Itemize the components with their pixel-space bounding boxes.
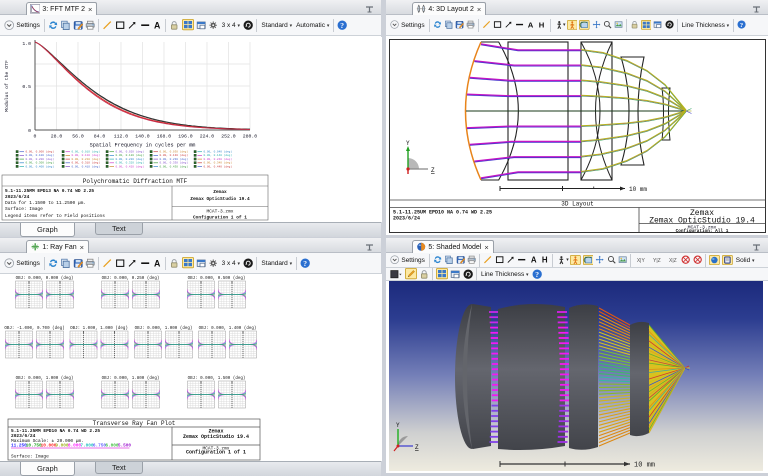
svg-text:?: ? [341, 21, 345, 30]
svg-text:0.00, 0.040 (deg): 0.00, 0.040 (deg) [204, 150, 233, 154]
svg-text:Surface: Image: Surface: Image [11, 454, 49, 460]
svg-text:Configuration: All 1: Configuration: All 1 [676, 229, 729, 233]
svg-text:Y: Y [406, 140, 410, 147]
svg-text:0.00, 0.030 (deg): 0.00, 0.030 (deg) [160, 150, 189, 154]
svg-text:0.00, 0.200 (deg): 0.00, 0.200 (deg) [26, 157, 55, 161]
svg-text:?: ? [303, 259, 307, 268]
svg-text:Zemax OpticStudio 19.4: Zemax OpticStudio 19.4 [649, 217, 755, 226]
svg-text:2023/6/24: 2023/6/24 [5, 194, 30, 200]
svg-text:Y: Y [396, 422, 400, 429]
svg-text:OBJ: 0.000, 0.500 (deg): OBJ: 0.000, 0.500 (deg) [188, 276, 246, 281]
svg-text:0.5: 0.5 [22, 84, 31, 90]
svg-text:?: ? [535, 270, 539, 279]
svg-text:0: 0 [34, 134, 37, 140]
svg-text:?: ? [740, 22, 743, 29]
svg-text:X|Z: X|Z [669, 258, 677, 264]
svg-text:Data for 1.1500 to 11.2500 µm.: Data for 1.1500 to 11.2500 µm. [5, 200, 86, 206]
svg-text:Transverse Ray Fan Plot: Transverse Ray Fan Plot [93, 420, 176, 427]
svg-text:Y|Z: Y|Z [653, 258, 661, 264]
svg-text:0.00, 0.110 (deg): 0.00, 0.110 (deg) [72, 153, 101, 157]
svg-text:84.0: 84.0 [94, 134, 106, 140]
svg-text:0.00, 0.310 (deg): 0.00, 0.310 (deg) [72, 161, 101, 165]
svg-text:112.0: 112.0 [114, 134, 129, 140]
svg-text:0.00, 0.140 (deg): 0.00, 0.140 (deg) [204, 153, 233, 157]
svg-text:28.0: 28.0 [51, 134, 63, 140]
svg-text:2023/6/24: 2023/6/24 [393, 216, 420, 222]
svg-text:H: H [542, 256, 548, 265]
svg-text:OBJ: 0.000, 1.800 (deg): OBJ: 0.000, 1.800 (deg) [102, 376, 160, 381]
svg-text:OBJ: 0.000, 1.500 (deg): OBJ: 0.000, 1.500 (deg) [188, 376, 246, 381]
svg-text:10 mm: 10 mm [629, 186, 647, 193]
svg-text:OBJ: -1.000, 0.700 (deg): OBJ: -1.000, 0.700 (deg) [4, 326, 64, 331]
svg-text:0.00, 0.330 (deg): 0.00, 0.330 (deg) [160, 161, 189, 165]
svg-text:H: H [539, 21, 545, 30]
svg-text:Spatial Frequency in cycles pe: Spatial Frequency in cycles per mm [90, 143, 196, 149]
svg-text:MCAT-3.zmx: MCAT-3.zmx [206, 209, 233, 215]
svg-text:Configuration 1 of 1: Configuration 1 of 1 [186, 450, 246, 456]
svg-text:Zemax: Zemax [213, 189, 227, 195]
svg-text:0.00, 0.210 (deg): 0.00, 0.210 (deg) [72, 157, 101, 161]
svg-text:0.00, 0.130 (deg): 0.00, 0.130 (deg) [160, 153, 189, 157]
svg-text:5.1-11.25MM EPD13 NA 0.74 WD 2: 5.1-11.25MM EPD13 NA 0.74 WD 2.25 [5, 188, 94, 194]
svg-text:3D Layout: 3D Layout [561, 201, 593, 208]
svg-text:0.00, 0.440 (deg): 0.00, 0.440 (deg) [204, 164, 233, 168]
svg-text:Z: Z [431, 167, 435, 174]
svg-text:1.0: 1.0 [22, 41, 31, 47]
svg-text:10 mm: 10 mm [634, 462, 655, 470]
svg-text:0.00, 0.410 (deg): 0.00, 0.410 (deg) [72, 164, 101, 168]
svg-text:0.00, 0.420 (deg): 0.00, 0.420 (deg) [116, 164, 145, 168]
svg-text:Legend items refer to Field po: Legend items refer to Field positions [5, 213, 105, 219]
svg-text:Configuration 1 of 1: Configuration 1 of 1 [193, 215, 247, 221]
svg-text:A: A [154, 20, 161, 30]
svg-text:224.0: 224.0 [200, 134, 215, 140]
svg-text:280.0: 280.0 [243, 134, 258, 140]
svg-text:196.0: 196.0 [178, 134, 193, 140]
svg-text:56.0: 56.0 [72, 134, 84, 140]
svg-text:0.00, 0.400 (deg): 0.00, 0.400 (deg) [26, 164, 55, 168]
svg-text:0.00, 0.320 (deg): 0.00, 0.320 (deg) [116, 161, 145, 165]
svg-text:0.00, 0.020 (deg): 0.00, 0.020 (deg) [116, 150, 145, 154]
svg-text:0.00, 0.430 (deg): 0.00, 0.430 (deg) [160, 164, 189, 168]
svg-text:OBJ: 0.000, 1.000 (deg): OBJ: 0.000, 1.000 (deg) [135, 326, 193, 331]
svg-text:0.00, 0.010 (deg): 0.00, 0.010 (deg) [72, 150, 101, 154]
svg-text:0.00, 0.300 (deg): 0.00, 0.300 (deg) [26, 161, 55, 165]
svg-text:252.0: 252.0 [221, 134, 236, 140]
svg-text:0.00, 0.230 (deg): 0.00, 0.230 (deg) [160, 157, 189, 161]
svg-text:A: A [154, 258, 161, 268]
svg-text:0.00, 0.100 (deg): 0.00, 0.100 (deg) [26, 153, 55, 157]
svg-text:Modulus of the OTF: Modulus of the OTF [4, 60, 10, 112]
svg-text:0.00, 0.120 (deg): 0.00, 0.120 (deg) [116, 153, 145, 157]
svg-text:Zemax OpticStudio 19.4: Zemax OpticStudio 19.4 [183, 434, 249, 440]
svg-text:0: 0 [28, 128, 31, 134]
svg-text:0.00, 0.240 (deg): 0.00, 0.240 (deg) [204, 157, 233, 161]
svg-text:OBJ: 1.000, 1.000 (deg): OBJ: 1.000, 1.000 (deg) [70, 326, 128, 331]
svg-text:OBJ: 0.000, 0.250 (deg): OBJ: 0.000, 0.250 (deg) [102, 276, 160, 281]
svg-text:OBJ: 0.000, 1.400 (deg): OBJ: 0.000, 1.400 (deg) [199, 326, 257, 331]
svg-text:A: A [531, 256, 537, 265]
svg-text:Surface: Image: Surface: Image [5, 206, 43, 212]
svg-text:Polychromatic Diffraction MTF: Polychromatic Diffraction MTF [83, 178, 188, 185]
svg-text:X|Y: X|Y [637, 258, 646, 264]
svg-text:0.00, 0.000 (deg): 0.00, 0.000 (deg) [26, 150, 55, 154]
svg-text:140.0: 140.0 [135, 134, 150, 140]
svg-text:OBJ: 0.000, 1.000 (deg): OBJ: 0.000, 1.000 (deg) [16, 376, 74, 381]
svg-text:0.00, 0.220 (deg): 0.00, 0.220 (deg) [116, 157, 145, 161]
svg-text:Zemax OpticStudio 19.4: Zemax OpticStudio 19.4 [190, 196, 250, 202]
svg-text:Z: Z [415, 444, 419, 451]
svg-text:A: A [528, 21, 534, 30]
svg-text:OBJ: 0.000, 0.000 (deg): OBJ: 0.000, 0.000 (deg) [16, 276, 74, 281]
svg-text:0.00, 0.340 (deg): 0.00, 0.340 (deg) [204, 161, 233, 165]
svg-text:168.0: 168.0 [157, 134, 172, 140]
